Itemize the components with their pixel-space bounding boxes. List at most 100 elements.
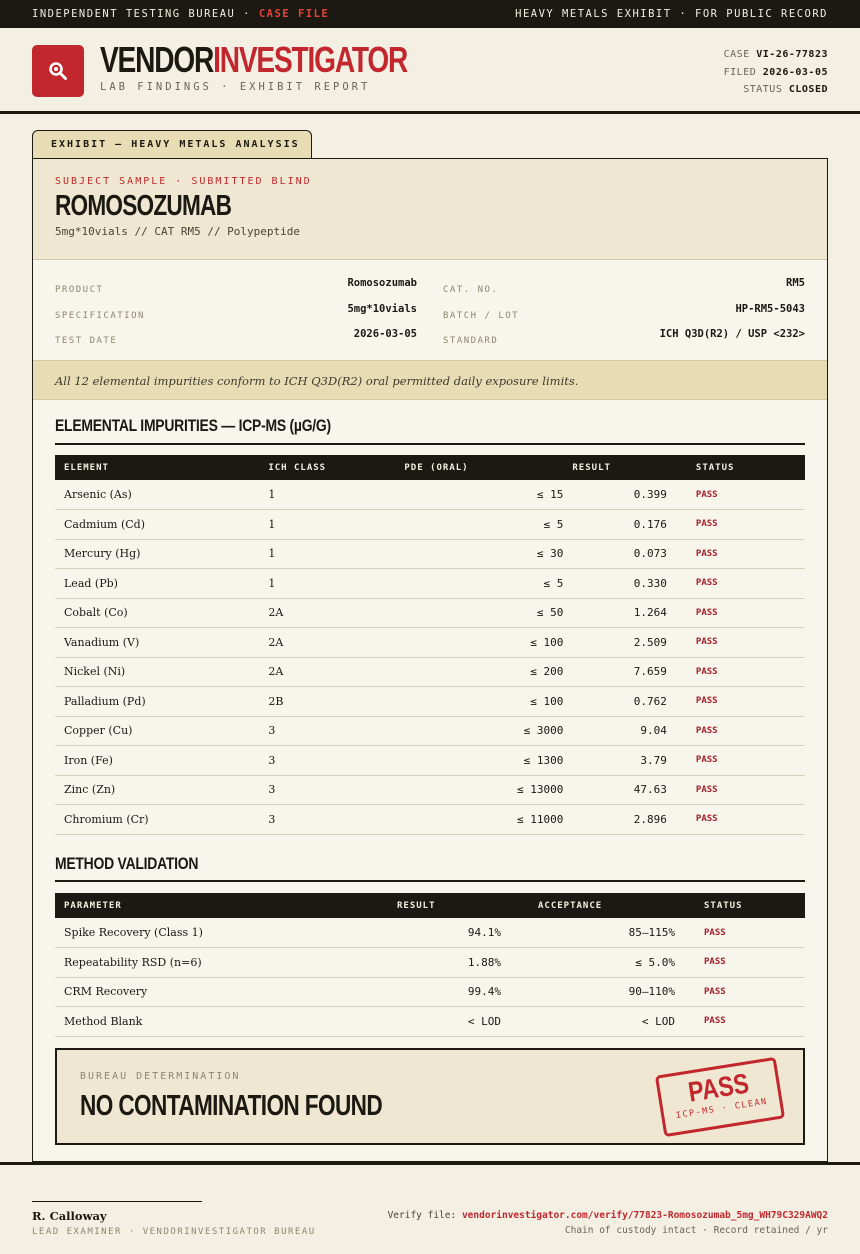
element-name: Cobalt (Co) (55, 598, 260, 628)
brand-logo[interactable] (32, 45, 84, 97)
pde-limit: ≤ 5 (395, 568, 564, 599)
validation-body: Spike Recovery (Class 1) 94.1% 85–115% PASS… (55, 918, 805, 1037)
element-name: Mercury (Hg) (55, 539, 260, 569)
validation-row: Spike Recovery (Class 1) 94.1% 85–115% PASS (55, 918, 805, 948)
pde-limit: ≤ 30 (395, 539, 564, 569)
sample-name: ROMOSOZUMAB (55, 190, 232, 222)
impurity-row: Nickel (Ni) 2A ≤ 200 7.659 PASS (55, 657, 805, 687)
pde-limit: ≤ 3000 (395, 716, 564, 746)
acceptance-range: < LOD (515, 1006, 689, 1037)
status-badge: PASS (680, 657, 805, 687)
case-status: STATUS CLOSED (743, 84, 828, 95)
validation-row: CRM Recovery 99.4% 90–110% PASS (55, 977, 805, 1007)
status-badge: PASS (680, 539, 805, 569)
case-file-flag: CASE FILE (258, 8, 330, 20)
element-name: Iron (Fe) (55, 745, 260, 776)
status-badge: PASS (680, 716, 805, 746)
status-badge: PASS (680, 627, 805, 658)
detail-cat-no: CAT. NO. RM5 (443, 277, 805, 295)
acceptance-range: ≤ 5.0% (515, 947, 689, 978)
impurities-header-row: ELEMENT ICH CLASS PDE (ORAL) RESULT STAT… (55, 455, 805, 480)
pde-limit: ≤ 100 (395, 627, 564, 658)
validation-header-row: PARAMETER RESULT ACCEPTANCE STATUS (55, 893, 805, 918)
col-val-result: RESULT (397, 900, 436, 911)
status-badge: PASS (689, 1006, 805, 1037)
status-badge: PASS (680, 775, 805, 805)
pde-limit: ≤ 5 (395, 509, 564, 540)
validation-result: 94.1% (375, 918, 515, 948)
impurities-title: ELEMENTAL IMPURITIES — ICP-MS (µG/G) (55, 416, 331, 435)
case-meta: CASE VI-26-77823 FILED 2026-03-05 STATUS… (724, 46, 828, 99)
element-name: Palladium (Pd) (55, 686, 260, 717)
signer-role: LEAD EXAMINER · VENDORINVESTIGATOR BUREA… (32, 1227, 316, 1237)
conformance-summary: All 12 elemental impurities conform to I… (33, 360, 827, 400)
acceptance-range: 90–110% (515, 977, 689, 1007)
impurity-row: Chromium (Cr) 3 ≤ 11000 2.896 PASS (55, 804, 805, 835)
magnifier-icon (49, 62, 67, 80)
exhibit-card: SUBJECT SAMPLE · SUBMITTED BLIND ROMOSOZ… (32, 158, 828, 1162)
sample-details: PRODUCT Romosozumab SPECIFICATION 5mg*10vi… (33, 260, 827, 360)
ich-class: 3 (259, 716, 396, 746)
verify-file: Verify file: vendorinvestigator.com/veri… (387, 1210, 828, 1221)
ich-class: 2A (259, 657, 396, 687)
top-strip: INDEPENDENT TESTING BUREAU · CASE FILE H… (0, 0, 860, 28)
validation-table: PARAMETER RESULT ACCEPTANCE STATUS Spike… (55, 893, 805, 1037)
determination-label: BUREAU DETERMINATION (80, 1071, 241, 1082)
impurity-row: Iron (Fe) 3 ≤ 1300 3.79 PASS (55, 745, 805, 776)
custody-note: Chain of custody intact · Record retaine… (564, 1225, 828, 1236)
measured-result: 1.264 (563, 598, 681, 628)
bureau-determination: BUREAU DETERMINATION NO CONTAMINATION FO… (55, 1048, 805, 1145)
col-status: STATUS (695, 462, 735, 473)
detail-test-date: TEST DATE 2026-03-05 (55, 328, 417, 346)
detail-product: PRODUCT Romosozumab (55, 277, 417, 295)
col-ich-class: ICH CLASS (268, 462, 327, 473)
element-name: Zinc (Zn) (55, 775, 260, 805)
footer-divider (0, 1162, 860, 1165)
element-name: Cadmium (Cd) (55, 509, 260, 540)
status-badge: PASS (680, 804, 805, 835)
ich-class: 1 (259, 568, 396, 599)
impurity-row: Arsenic (As) 1 ≤ 15 0.399 PASS (55, 480, 805, 510)
ich-class: 3 (259, 775, 396, 805)
page-header: VENDORINVESTIGATOR LAB FINDINGS · EXHIBI… (0, 28, 860, 114)
status-badge: PASS (689, 977, 805, 1007)
status-badge: PASS (689, 947, 805, 978)
impurities-rule (55, 443, 805, 445)
ich-class: 1 (259, 509, 396, 540)
detail-specification: SPECIFICATION 5mg*10vials (55, 303, 417, 321)
status-badge: PASS (680, 480, 805, 510)
impurities-body: Arsenic (As) 1 ≤ 15 0.399 PASS Cadmium (Cd) 1 ≤… (55, 480, 805, 835)
measured-result: 2.896 (563, 804, 681, 835)
pde-limit: ≤ 100 (395, 686, 564, 717)
brand-name[interactable]: VENDORINVESTIGATOR (100, 39, 408, 81)
element-name: Chromium (Cr) (55, 804, 260, 835)
verify-link[interactable]: vendorinvestigator.com/verify/77823-Romo… (462, 1210, 828, 1221)
validation-rule (55, 880, 805, 882)
brand-subtitle: LAB FINDINGS · EXHIBIT REPORT (100, 81, 371, 93)
status-badge: PASS (680, 509, 805, 540)
validation-title: METHOD VALIDATION (55, 854, 199, 873)
col-pde: PDE (ORAL) (404, 462, 469, 473)
measured-result: 3.79 (563, 745, 681, 776)
parameter-name: Repeatability RSD (n=6) (55, 947, 375, 978)
ich-class: 2B (259, 686, 396, 717)
impurity-row: Cobalt (Co) 2A ≤ 50 1.264 PASS (55, 598, 805, 628)
element-name: Copper (Cu) (55, 716, 260, 746)
exhibit-tab[interactable]: EXHIBIT — HEAVY METALS ANALYSIS (32, 130, 312, 159)
subject-sample: SUBJECT SAMPLE · SUBMITTED BLIND ROMOSOZ… (33, 159, 827, 260)
pde-limit: ≤ 1300 (395, 745, 564, 776)
ich-class: 3 (259, 745, 396, 776)
status-badge: PASS (680, 598, 805, 628)
ich-class: 3 (259, 804, 396, 835)
impurities-table: ELEMENT ICH CLASS PDE (ORAL) RESULT STAT… (55, 455, 805, 835)
impurity-row: Mercury (Hg) 1 ≤ 30 0.073 PASS (55, 539, 805, 569)
status-badge: PASS (680, 686, 805, 717)
subject-kicker: SUBJECT SAMPLE · SUBMITTED BLIND (55, 176, 312, 187)
validation-row: Method Blank < LOD < LOD PASS (55, 1006, 805, 1037)
validation-result: 1.88% (375, 947, 515, 978)
detail-standard: STANDARD ICH Q3D(R2) / USP <232> (443, 328, 805, 346)
ich-class: 2A (259, 627, 396, 658)
col-result: RESULT (572, 462, 611, 473)
pde-limit: ≤ 13000 (395, 775, 564, 805)
pde-limit: ≤ 50 (395, 598, 564, 628)
